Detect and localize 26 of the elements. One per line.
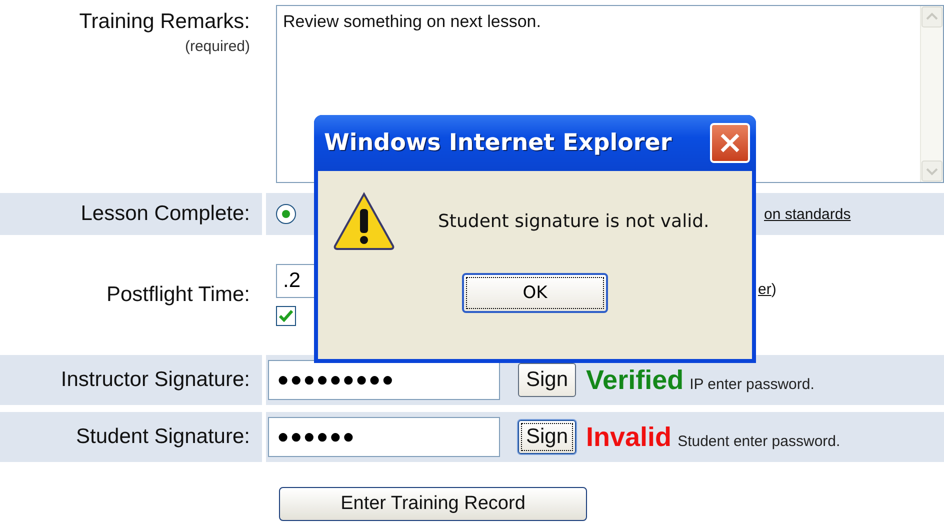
dialog-message: Student signature is not valid. <box>438 210 710 232</box>
password-field[interactable]: ●●●●●● <box>268 417 500 457</box>
close-icon <box>718 131 742 155</box>
signature-hint: IP enter password. <box>690 376 814 392</box>
field-label: Student Signature: <box>76 425 250 449</box>
sign-button[interactable]: Sign <box>518 363 576 397</box>
checkbox[interactable] <box>276 306 296 326</box>
ok-button[interactable]: OK <box>462 273 608 313</box>
close-button[interactable] <box>710 123 750 163</box>
field-label: Training Remarks: <box>79 10 250 34</box>
standards-link[interactable]: on standards <box>764 206 851 222</box>
field-label: Postflight Time: <box>106 283 250 307</box>
signature-status: Invalid <box>586 422 672 452</box>
warning-icon <box>332 191 396 251</box>
signature-status: Verified <box>586 364 684 396</box>
signature-hint: Student enter password. <box>678 432 840 450</box>
password-field[interactable]: ●●●●●●●●● <box>268 360 500 400</box>
info-link[interactable]: er <box>758 280 772 298</box>
field-label: Lesson Complete: <box>80 202 250 226</box>
submit-button[interactable]: Enter Training Record <box>279 487 587 521</box>
sign-button[interactable]: Sign <box>518 420 576 454</box>
required-note: (required) <box>184 38 250 55</box>
dialog-title: Windows Internet Explorer <box>324 130 672 156</box>
parenthesis-text: ) <box>771 280 776 298</box>
field-label: Instructor Signature: <box>60 368 250 392</box>
radio-button[interactable] <box>276 204 296 224</box>
